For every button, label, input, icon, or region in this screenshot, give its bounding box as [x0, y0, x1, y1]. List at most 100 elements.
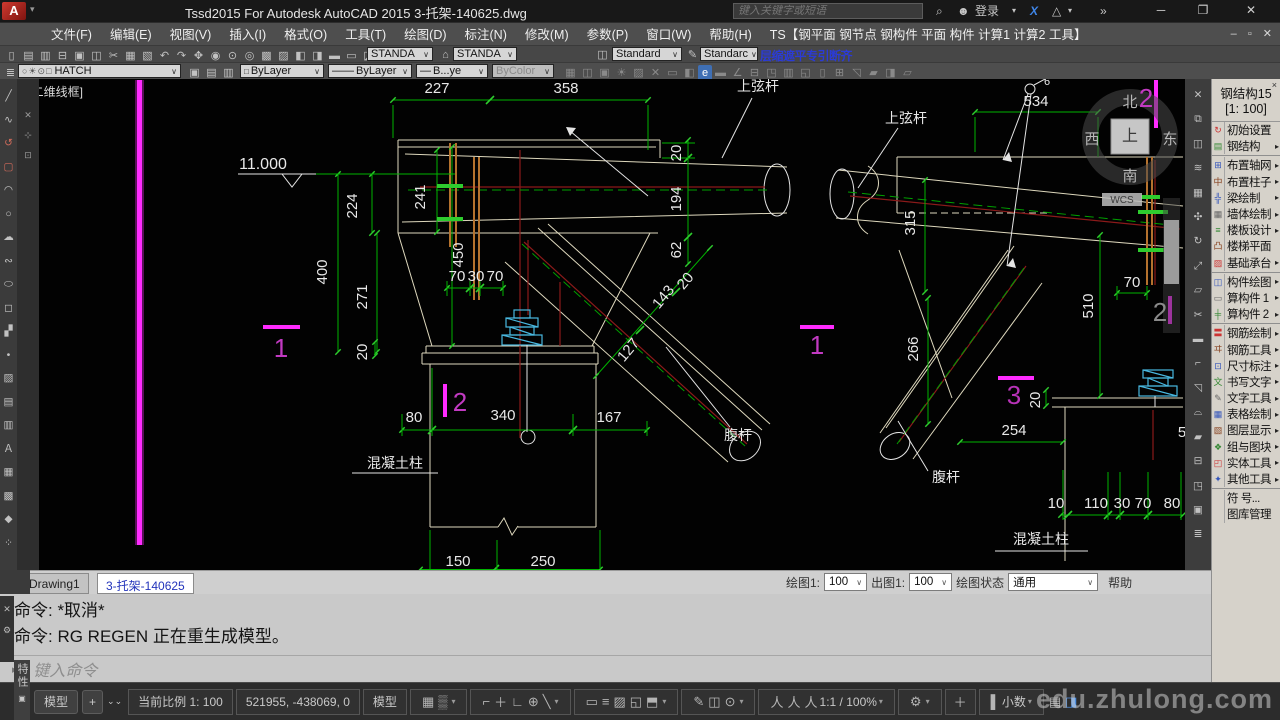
- textstyle-combo[interactable]: Standarc∨: [700, 47, 758, 61]
- draw-tool-icon[interactable]: ▞: [1, 320, 17, 344]
- status-toggle-icon[interactable]: 人: [805, 695, 818, 710]
- model-tab[interactable]: 模型: [34, 690, 78, 714]
- draw-tool-icon[interactable]: ▦: [1, 461, 17, 485]
- palette-item[interactable]: ▭算构件 1▸: [1212, 290, 1280, 306]
- status-caret-icon[interactable]: ▾: [739, 697, 743, 706]
- menu-item[interactable]: 文件(F): [42, 28, 101, 42]
- menu-item[interactable]: TS【钢平面 钢节点 钢构件 平面 构件 计算1 计算2 工具】: [761, 28, 1096, 42]
- menu-item[interactable]: 工具(T): [336, 28, 395, 42]
- style-combo[interactable]: STANDA∨: [453, 47, 517, 61]
- modify-tool-icon[interactable]: ▦: [1186, 181, 1210, 205]
- panel-close-icon[interactable]: ✕: [20, 107, 37, 123]
- menu-item[interactable]: 视图(V): [161, 28, 221, 42]
- modify-tool-icon[interactable]: ◹: [1186, 376, 1210, 400]
- draw-tool-icon[interactable]: ⁘: [1, 532, 17, 556]
- status-caret-icon[interactable]: ▾: [555, 697, 559, 706]
- a360-icon[interactable]: △: [1052, 3, 1061, 19]
- status-toggle-icon[interactable]: ◱: [630, 694, 642, 710]
- draw-tool-icon[interactable]: ○: [1, 203, 17, 227]
- layout-expand-icon[interactable]: ⌄⌄: [107, 696, 122, 707]
- palette-item[interactable]: ✦其他工具▸: [1212, 471, 1280, 487]
- modify-tool-icon[interactable]: ✣: [1186, 205, 1210, 229]
- palette-item[interactable]: ↻初始设置: [1212, 122, 1280, 138]
- modify-tool-icon[interactable]: ▣: [1186, 498, 1210, 522]
- new-layout-button[interactable]: +: [82, 690, 103, 714]
- status-toggle-icon[interactable]: ▨: [613, 694, 625, 710]
- menu-item[interactable]: 格式(O): [275, 28, 336, 42]
- draw-tool-icon[interactable]: ↺: [1, 132, 17, 156]
- palette-item[interactable]: 中布置柱子▸: [1212, 174, 1280, 190]
- annotation-scale-group[interactable]: 人人人 1:1 / 100%▾: [758, 689, 894, 715]
- modify-tool-icon[interactable]: ↻: [1186, 229, 1210, 253]
- customize-icon[interactable]: ⚙: [0, 622, 14, 638]
- palette-item[interactable]: ▤钢结构▸: [1212, 138, 1280, 154]
- minimize-button[interactable]: ─: [1146, 3, 1176, 17]
- palette-item[interactable]: 符 号...: [1212, 490, 1280, 506]
- modify-tool-icon[interactable]: ⌐: [1186, 351, 1210, 375]
- draw-tool-icon[interactable]: ▨: [1, 367, 17, 391]
- draw-tool-icon[interactable]: ╱: [1, 85, 17, 109]
- help-button[interactable]: 帮助: [1108, 574, 1132, 591]
- coordinates-readout[interactable]: 521955, -438069, 0: [236, 689, 360, 715]
- palette-item[interactable]: ▦墙体绘制▸: [1212, 206, 1280, 222]
- user-icon[interactable]: ☻: [957, 3, 970, 19]
- palette-item[interactable]: 凸楼梯平面: [1212, 238, 1280, 254]
- palette-item[interactable]: ◫构件绘图▸: [1212, 274, 1280, 290]
- modify-tool-icon[interactable]: ⊟: [1186, 449, 1210, 473]
- status-toggle-icon[interactable]: ▭: [586, 694, 598, 710]
- menu-item[interactable]: 绘图(D): [395, 28, 455, 42]
- exchange-apps-icon[interactable]: X: [1030, 3, 1038, 19]
- draw-tool-icon[interactable]: ◠: [1, 179, 17, 203]
- status-toggle-icon[interactable]: ≡: [602, 694, 610, 709]
- status-caret-icon[interactable]: ▾: [451, 697, 455, 706]
- autocad-logo-icon[interactable]: A: [2, 2, 26, 20]
- menu-item[interactable]: 标注(N): [456, 28, 516, 42]
- draw-state-select[interactable]: 通用∨: [1008, 573, 1098, 591]
- draw-tool-icon[interactable]: ▤: [1, 391, 17, 415]
- palette-item[interactable]: ⊡尺寸标注▸: [1212, 358, 1280, 374]
- palette-item[interactable]: ✎文字工具▸: [1212, 390, 1280, 406]
- draw-tool-icon[interactable]: ⬭: [1, 273, 17, 297]
- draw-tool-icon[interactable]: ◆: [1, 508, 17, 532]
- current-scale[interactable]: 当前比例 1: 100: [128, 689, 233, 715]
- modify-tool-icon[interactable]: ▱: [1186, 278, 1210, 302]
- modify-tool-icon[interactable]: ⤢: [1186, 254, 1210, 278]
- palette-item[interactable]: ▨基础承台▸: [1212, 255, 1280, 271]
- palette-close-icon[interactable]: ×: [1272, 80, 1277, 90]
- layer-combo[interactable]: ○☀⊙□ HATCH∨: [18, 64, 181, 78]
- menu-item[interactable]: 编辑(E): [101, 28, 161, 42]
- space-toggle[interactable]: 模型: [363, 689, 407, 715]
- properties-palette-tab[interactable]: 特性▣: [14, 660, 30, 720]
- status-toggle-icon[interactable]: ⬒: [646, 694, 658, 710]
- mdi-window-buttons[interactable]: ‒ ▫ ✕: [1231, 27, 1276, 40]
- panel-pin-icon[interactable]: ⊹: [20, 127, 37, 143]
- crosshair-button[interactable]: ＋: [945, 689, 976, 715]
- workspace-icon[interactable]: ⌂: [437, 47, 454, 63]
- modify-tool-icon[interactable]: ▬: [1186, 327, 1210, 351]
- dimstyle-icon[interactable]: ◫: [594, 47, 611, 63]
- modify-tool-icon[interactable]: ✕: [1186, 83, 1210, 107]
- menu-item[interactable]: 窗口(W): [637, 28, 700, 42]
- logo-caret-icon[interactable]: ▾: [30, 4, 35, 15]
- modify-tool-icon[interactable]: ⧉: [1186, 107, 1210, 131]
- draw-scale-select[interactable]: 100∨: [824, 573, 867, 591]
- palette-item[interactable]: ▦表格绘制▸: [1212, 406, 1280, 422]
- dimstyle-combo[interactable]: Standard∨: [612, 47, 682, 61]
- draw-tool-icon[interactable]: ∾: [1, 250, 17, 274]
- status-toggle-icon[interactable]: ✎: [693, 694, 704, 710]
- status-toggle-icon[interactable]: ◫: [708, 694, 720, 710]
- modify-tool-icon[interactable]: ▰: [1186, 425, 1210, 449]
- panel-props-icon[interactable]: ⊡: [20, 147, 37, 163]
- snap-toggles[interactable]: ⌐＋∟⊕╲▾: [470, 689, 570, 715]
- draw-tool-icon[interactable]: ▥: [1, 414, 17, 438]
- draw-tool-icon[interactable]: ∿: [1, 109, 17, 133]
- status-toggle-icon[interactable]: ╲: [543, 694, 551, 710]
- command-input[interactable]: ▸ ‐ 键入命令: [0, 655, 1211, 682]
- login-caret-icon[interactable]: ▾: [1012, 3, 1016, 19]
- lineweight-combo[interactable]: —B...ye∨: [416, 64, 488, 78]
- a360-caret-icon[interactable]: ▾: [1068, 3, 1072, 19]
- status-toggle-icon[interactable]: ⊕: [528, 694, 539, 710]
- status-toggle-icon[interactable]: ▒: [438, 694, 447, 709]
- draw-tool-icon[interactable]: ◻: [1, 297, 17, 321]
- modify-tool-icon[interactable]: ◳: [1186, 474, 1210, 498]
